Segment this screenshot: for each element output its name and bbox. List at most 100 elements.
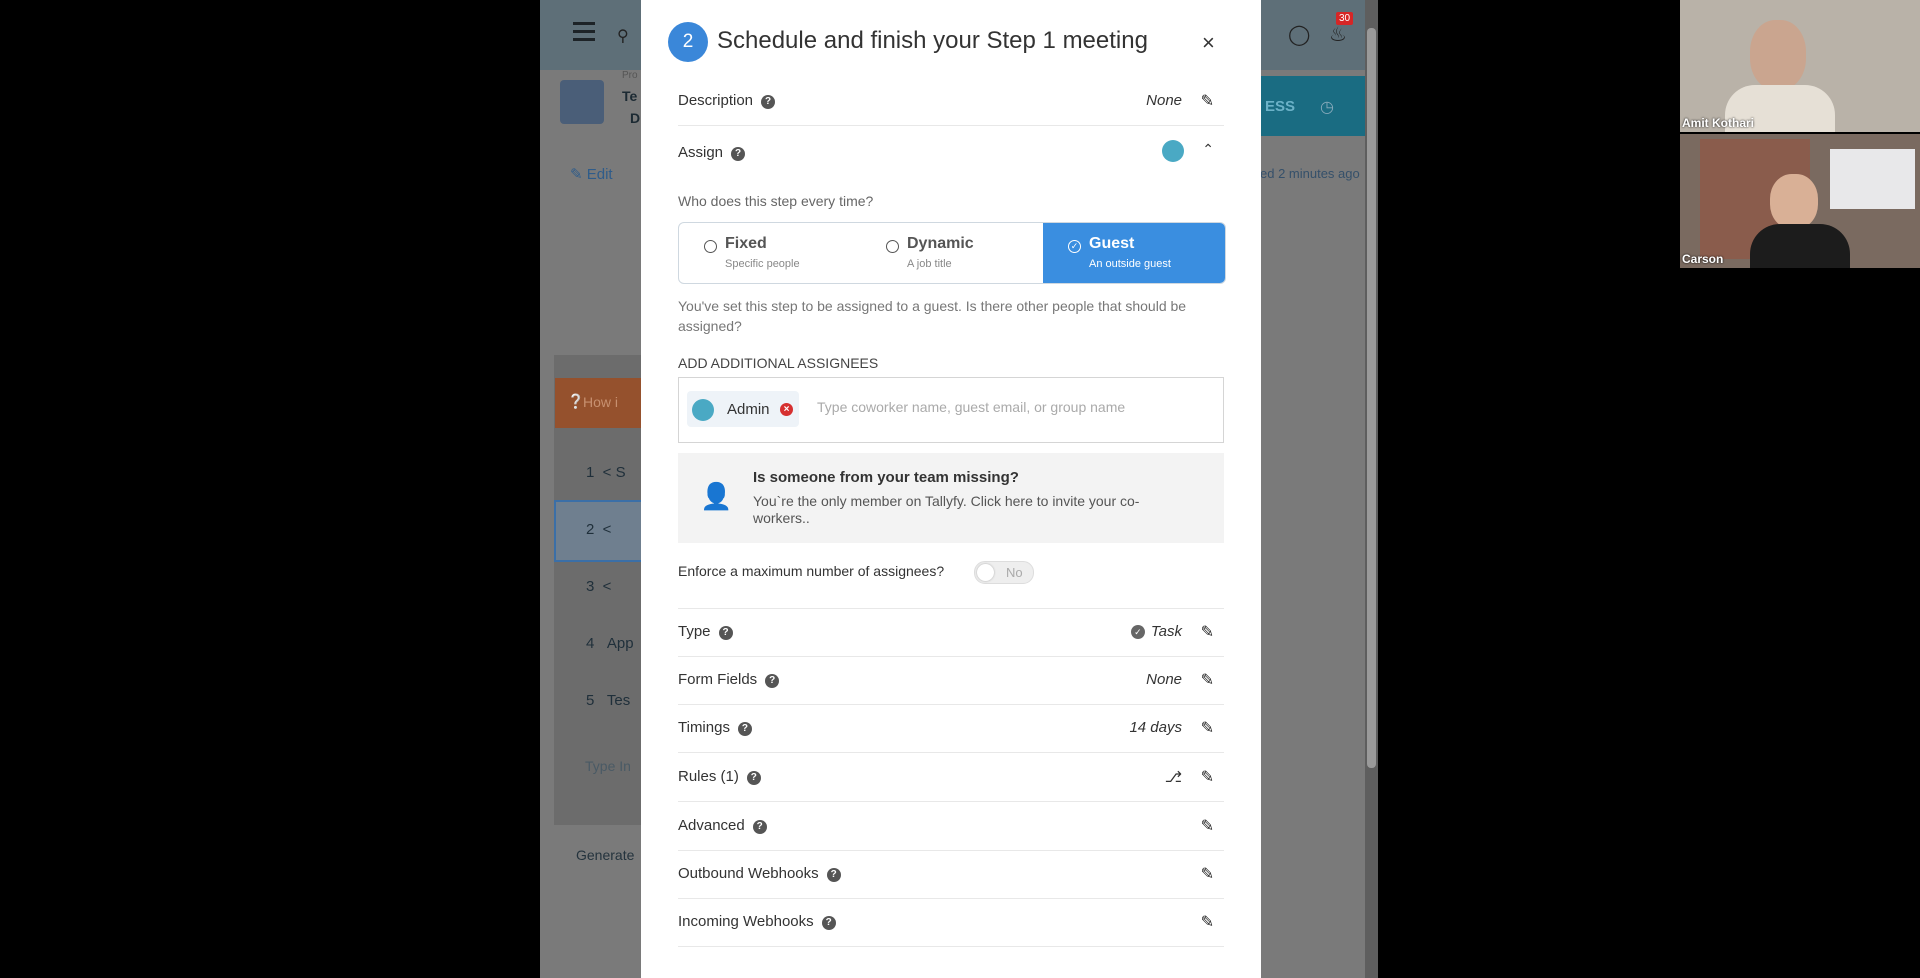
pencil-icon[interactable]: ✎ — [1201, 718, 1214, 738]
clock-icon[interactable]: ◷ — [1320, 97, 1334, 117]
option-subtitle: A job title — [907, 258, 952, 270]
assignee-chip: Admin × — [687, 391, 799, 427]
assignee-name: Admin — [727, 401, 770, 418]
remove-icon[interactable]: × — [780, 403, 793, 416]
option-title: Fixed — [725, 235, 767, 252]
type-value: ✓ Task — [1130, 623, 1182, 640]
video-tile[interactable]: Amit Kothari — [1680, 0, 1920, 132]
pencil-icon[interactable]: ✎ — [1201, 767, 1214, 787]
assign-row[interactable]: Assign? ⌃ — [678, 129, 1224, 177]
avatar — [692, 399, 714, 421]
rules-label: Rules (1)? — [678, 768, 761, 785]
saved-status: ed 2 minutes ago — [1260, 166, 1360, 181]
description-row[interactable]: Description? None ✎ — [678, 77, 1224, 126]
assignee-field: Admin × — [678, 377, 1224, 443]
pencil-icon[interactable]: ✎ — [1201, 864, 1214, 884]
help-icon: ❔ — [567, 393, 585, 409]
form-fields-label: Form Fields? — [678, 671, 780, 688]
video-whiteboard — [1830, 149, 1915, 209]
assign-type-selector: Fixed Specific people Dynamic A job titl… — [678, 222, 1226, 284]
globe-icon[interactable]: ◯ — [1288, 22, 1310, 47]
toggle-knob — [977, 564, 994, 581]
timings-label: Timings? — [678, 719, 752, 736]
modal-title: Schedule and finish your Step 1 meeting — [717, 27, 1148, 54]
check-icon: ✓ — [1068, 240, 1081, 253]
help-icon[interactable]: ? — [761, 95, 776, 109]
step-row[interactable]: 2 < — [586, 521, 611, 538]
step-row[interactable]: 4 App — [586, 635, 634, 652]
process-label: Pro — [622, 70, 638, 81]
timings-row[interactable]: Timings? 14 days ✎ — [678, 704, 1224, 753]
template-subtitle: D — [630, 110, 641, 126]
option-dynamic[interactable]: Dynamic A job title — [861, 223, 1043, 283]
step-row[interactable]: 3 < — [586, 578, 611, 595]
banner-subtitle: You`re the only member on Tallyfy. Click… — [753, 493, 1140, 526]
form-fields-value: None — [1146, 671, 1182, 688]
step-number-badge: 2 — [668, 22, 708, 62]
option-title: Guest — [1089, 235, 1135, 252]
help-icon[interactable]: ? — [718, 626, 733, 640]
check-circle-icon: ✓ — [1130, 625, 1145, 639]
outbound-webhooks-row[interactable]: Outbound Webhooks? ✎ — [678, 850, 1224, 899]
shared-screen: ⚲ ◯ ♨ 30 Pro Te D ✎ Edit ESS ◷ ed 2 minu… — [540, 0, 1378, 978]
help-icon[interactable]: ? — [746, 771, 761, 785]
invite-coworkers-banner[interactable]: 👤 Is someone from your team missing? You… — [678, 453, 1224, 543]
step-row[interactable]: 5 Tes — [586, 692, 630, 709]
pencil-icon[interactable]: ✎ — [1201, 91, 1214, 111]
help-icon[interactable]: ? — [752, 820, 767, 834]
pencil-icon[interactable]: ✎ — [1201, 816, 1214, 836]
form-fields-row[interactable]: Form Fields? None ✎ — [678, 656, 1224, 705]
participant-body — [1750, 224, 1850, 268]
participant-video — [1750, 20, 1806, 90]
option-fixed[interactable]: Fixed Specific people — [679, 223, 861, 283]
help-icon[interactable]: ? — [737, 722, 752, 736]
chevron-up-icon[interactable]: ⌃ — [1202, 141, 1214, 158]
pencil-icon[interactable]: ✎ — [1201, 670, 1214, 690]
assign-question: Who does this step every time? — [678, 193, 874, 209]
type-row[interactable]: Type? ✓ Task ✎ — [678, 608, 1224, 657]
help-icon[interactable]: ? — [821, 916, 836, 930]
step-settings-modal: 2 Schedule and finish your Step 1 meetin… — [641, 0, 1261, 978]
search-icon[interactable]: ⚲ — [617, 26, 629, 46]
enforce-max-label: Enforce a maximum number of assignees? — [678, 563, 945, 579]
header-action-button[interactable]: ESS — [1265, 98, 1295, 115]
step-row[interactable]: 1 < S — [586, 464, 626, 481]
assign-label: Assign? — [678, 144, 746, 161]
incoming-webhooks-row[interactable]: Incoming Webhooks? ✎ — [678, 898, 1224, 947]
help-icon[interactable]: ? — [765, 674, 780, 688]
timings-value: 14 days — [1129, 719, 1182, 736]
notification-badge: 30 — [1336, 12, 1354, 25]
generate-button[interactable]: Generate — [576, 847, 634, 863]
banner-title: Is someone from your team missing? — [753, 469, 1019, 486]
advanced-row[interactable]: Advanced? ✎ — [678, 802, 1224, 851]
menu-icon[interactable] — [573, 22, 595, 41]
template-title: Te — [622, 88, 638, 104]
participant-name: Amit Kothari — [1682, 116, 1754, 130]
branch-icon: ⎇ — [1164, 769, 1182, 786]
additional-assignees-header: ADD ADDITIONAL ASSIGNEES — [678, 355, 879, 371]
radio-icon — [886, 240, 899, 253]
guest-info-text: You've set this step to be assigned to a… — [678, 298, 1187, 334]
option-guest[interactable]: ✓ Guest An outside guest — [1043, 223, 1225, 283]
video-tile[interactable]: Carson — [1680, 134, 1920, 268]
bell-icon[interactable]: ♨ — [1329, 22, 1347, 47]
pencil-icon[interactable]: ✎ — [1201, 622, 1214, 642]
type-in-field[interactable]: Type In — [585, 758, 631, 774]
outbound-webhooks-label: Outbound Webhooks? — [678, 865, 841, 882]
enforce-max-toggle[interactable]: No — [974, 561, 1034, 584]
description-label: Description? — [678, 92, 776, 109]
assignee-input[interactable] — [815, 398, 1199, 416]
incoming-webhooks-label: Incoming Webhooks? — [678, 913, 836, 930]
participant-video — [1770, 174, 1818, 229]
toggle-label: No — [1006, 565, 1023, 580]
scrollbar[interactable] — [1365, 0, 1378, 978]
help-icon[interactable]: ? — [826, 868, 841, 882]
rules-row[interactable]: Rules (1)? ⎇ ✎ — [678, 753, 1224, 802]
template-icon — [560, 80, 604, 124]
help-icon[interactable]: ? — [731, 147, 746, 161]
avatar — [1162, 140, 1184, 162]
scrollbar-thumb[interactable] — [1367, 28, 1376, 768]
pencil-icon[interactable]: ✎ — [1201, 912, 1214, 932]
close-icon[interactable]: × — [1202, 30, 1215, 56]
edit-button[interactable]: ✎ Edit — [570, 165, 613, 183]
